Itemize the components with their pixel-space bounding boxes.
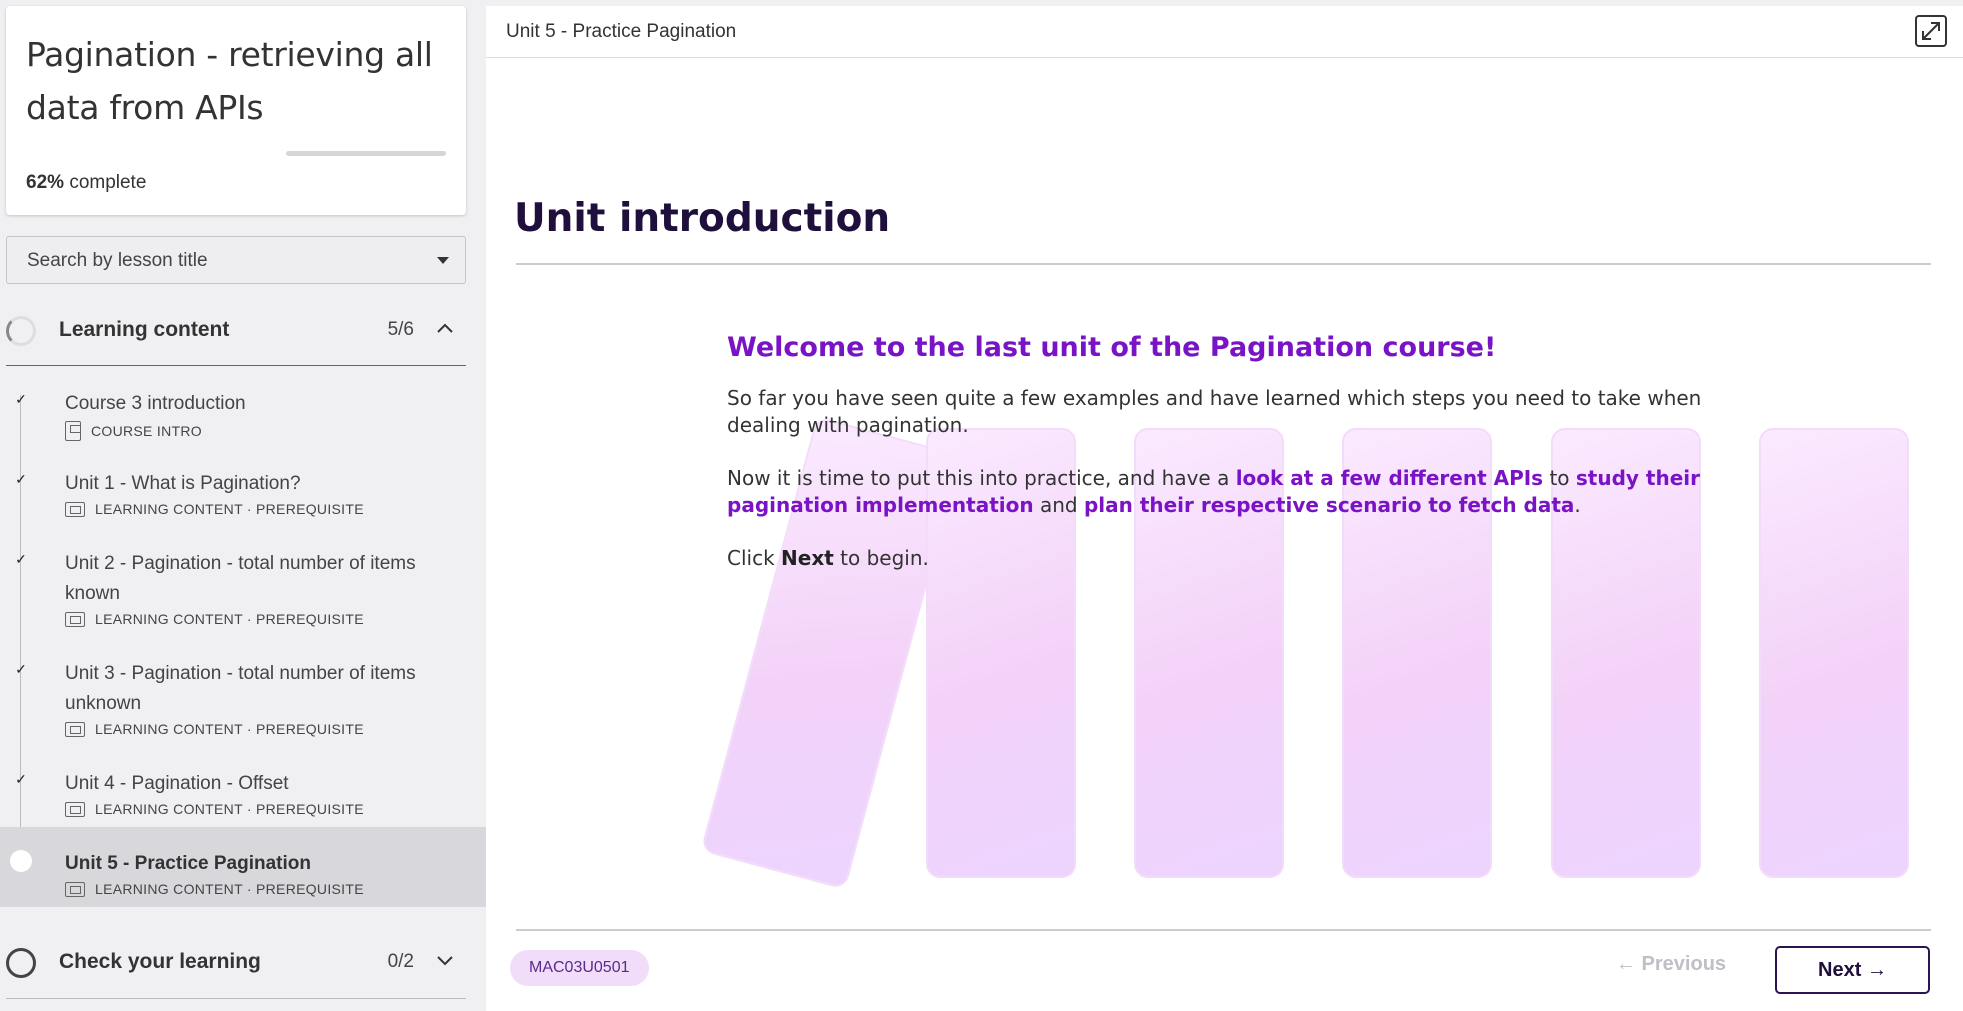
unit-label: Unit 5 - Practice Pagination bbox=[506, 21, 737, 42]
text-run: and bbox=[1033, 493, 1084, 517]
course-title: Pagination - retrieving all data from AP… bbox=[26, 35, 433, 127]
lesson-title: Unit 5 - Practice Pagination bbox=[65, 853, 311, 874]
lesson-title: Unit 4 - Pagination - Offset bbox=[65, 773, 289, 794]
check-icon: ✓ bbox=[15, 661, 27, 677]
slides-icon bbox=[65, 611, 85, 627]
slides-icon bbox=[65, 721, 85, 737]
lesson-meta: LEARNING CONTENT · PREREQUISITE bbox=[65, 611, 364, 627]
lesson-meta-text: LEARNING CONTENT · PREREQUISITE bbox=[95, 501, 364, 517]
lesson-meta: LEARNING CONTENT · PREREQUISITE bbox=[65, 721, 364, 737]
text-run: Click bbox=[727, 546, 782, 570]
lesson-title: Unit 3 - Pagination - total number of it… bbox=[65, 663, 416, 714]
progress-bar bbox=[286, 151, 446, 156]
lesson-title: Course 3 introduction bbox=[65, 393, 246, 414]
lesson-topbar: Unit 5 - Practice Pagination bbox=[486, 6, 1963, 58]
lesson-item-unit-4[interactable]: ✓ Unit 4 - Pagination - Offset LEARNING … bbox=[0, 747, 486, 827]
section-label: Learning content bbox=[59, 318, 230, 341]
highlight-text: plan their respective scenario to fetch … bbox=[1083, 493, 1575, 517]
lesson-content: Welcome to the last unit of the Paginati… bbox=[727, 332, 1707, 598]
decor-bar bbox=[1759, 428, 1909, 878]
previous-button[interactable]: ← Previous bbox=[1616, 953, 1726, 976]
text-run: to begin. bbox=[833, 546, 929, 570]
lesson-meta: LEARNING CONTENT · PREREQUISITE bbox=[65, 801, 364, 817]
lesson-meta: LEARNING CONTENT · PREREQUISITE bbox=[65, 881, 364, 897]
chevron-down-icon bbox=[437, 257, 449, 264]
progress-ring-icon bbox=[6, 948, 36, 978]
lesson-title: Unit 2 - Pagination - total number of it… bbox=[65, 553, 416, 604]
page-title: Unit introduction bbox=[514, 196, 891, 241]
bold-text: Next bbox=[781, 546, 834, 570]
lesson-list: ✓ Course 3 introduction COURSE INTRO ✓ U… bbox=[0, 367, 486, 907]
lesson-meta-text: LEARNING CONTENT · PREREQUISITE bbox=[95, 801, 364, 817]
lesson-code-badge: MAC03U0501 bbox=[510, 950, 649, 986]
lesson-meta-text: LEARNING CONTENT · PREREQUISITE bbox=[95, 721, 364, 737]
check-icon: ✓ bbox=[15, 551, 27, 567]
section-divider bbox=[6, 998, 466, 999]
lesson-item-course-3-introduction[interactable]: ✓ Course 3 introduction COURSE INTRO bbox=[0, 367, 486, 447]
section-label: Check your learning bbox=[59, 950, 261, 973]
lesson-meta-text: LEARNING CONTENT · PREREQUISITE bbox=[95, 881, 364, 897]
intro-paragraph: So far you have seen quite a few example… bbox=[727, 386, 1702, 437]
lesson-meta-text: LEARNING CONTENT · PREREQUISITE bbox=[95, 611, 364, 627]
expand-icon[interactable] bbox=[1915, 15, 1947, 47]
begin-paragraph: Click Next to begin. bbox=[727, 545, 1707, 572]
section-check-your-learning[interactable]: Check your learning 0/2 bbox=[6, 922, 466, 1002]
text-run: Now it is time to put this into practice… bbox=[727, 466, 1236, 490]
highlight-text: look at a few different APIs bbox=[1235, 466, 1544, 490]
heading-divider bbox=[516, 263, 1931, 265]
progress-percent: 62% bbox=[26, 172, 65, 193]
chevron-up-icon[interactable] bbox=[436, 318, 454, 339]
check-icon: ✓ bbox=[15, 391, 27, 407]
footer-divider bbox=[516, 929, 1931, 931]
progress-text: 62% complete bbox=[26, 172, 146, 194]
section-learning-content[interactable]: Learning content 5/6 bbox=[6, 290, 466, 370]
progress-suffix: complete bbox=[69, 172, 147, 193]
lesson-meta: COURSE INTRO bbox=[65, 421, 202, 441]
lesson-item-unit-3[interactable]: ✓ Unit 3 - Pagination - total number of … bbox=[0, 637, 486, 747]
lesson-item-unit-2[interactable]: ✓ Unit 2 - Pagination - total number of … bbox=[0, 527, 486, 637]
practice-paragraph: Now it is time to put this into practice… bbox=[727, 465, 1707, 519]
chevron-down-icon[interactable] bbox=[436, 950, 454, 971]
search-placeholder: Search by lesson title bbox=[27, 250, 208, 271]
course-card: Pagination - retrieving all data from AP… bbox=[6, 6, 466, 215]
lesson-search-dropdown[interactable]: Search by lesson title bbox=[6, 236, 466, 284]
lesson-meta: LEARNING CONTENT · PREREQUISITE bbox=[65, 501, 364, 517]
text-run: . bbox=[1574, 493, 1581, 517]
course-sidebar: Pagination - retrieving all data from AP… bbox=[0, 0, 486, 1011]
lesson-item-unit-1[interactable]: ✓ Unit 1 - What is Pagination? LEARNING … bbox=[0, 447, 486, 527]
lesson-meta-text: COURSE INTRO bbox=[91, 423, 202, 439]
current-lesson-dot-icon bbox=[10, 850, 32, 872]
slides-icon bbox=[65, 801, 85, 817]
section-count: 0/2 bbox=[387, 951, 414, 972]
progress-ring-icon bbox=[6, 316, 36, 346]
slides-icon bbox=[65, 501, 85, 517]
text-run: to bbox=[1543, 466, 1576, 490]
slides-icon bbox=[65, 881, 85, 897]
lesson-item-unit-5[interactable]: Unit 5 - Practice Pagination LEARNING CO… bbox=[0, 827, 486, 907]
document-icon bbox=[65, 421, 81, 441]
welcome-heading: Welcome to the last unit of the Paginati… bbox=[727, 332, 1497, 363]
next-button[interactable]: Next → bbox=[1775, 946, 1930, 994]
section-divider bbox=[6, 365, 466, 366]
section-count: 5/6 bbox=[387, 319, 414, 340]
lesson-panel: Unit 5 - Practice Pagination Unit introd… bbox=[486, 6, 1963, 1011]
lesson-title: Unit 1 - What is Pagination? bbox=[65, 473, 301, 494]
check-icon: ✓ bbox=[15, 471, 27, 487]
check-icon: ✓ bbox=[15, 771, 27, 787]
